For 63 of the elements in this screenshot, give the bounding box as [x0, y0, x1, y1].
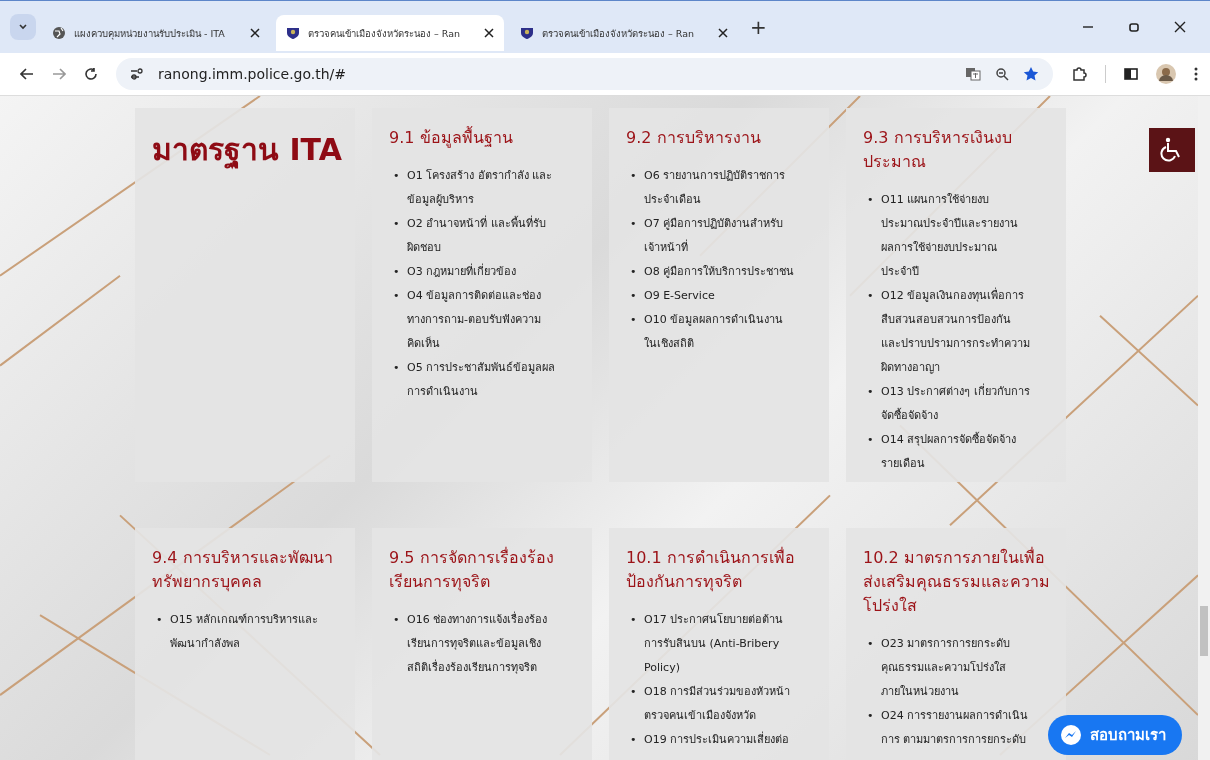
- tab-title: ตรวจคนเข้าเมืองจังหวัดระนอง – Ran: [542, 26, 696, 41]
- browser-tab[interactable]: ตรวจคนเข้าเมืองจังหวัดระนอง – Ran: [276, 15, 504, 51]
- list-item-link[interactable]: O15 หลักเกณฑ์การบริหารและ พัฒนากำลังพล: [170, 606, 319, 658]
- bullet: •: [867, 192, 875, 208]
- bullet: •: [630, 264, 638, 280]
- reload-icon[interactable]: [84, 67, 98, 81]
- close-icon[interactable]: [250, 28, 260, 38]
- avatar-icon[interactable]: [1156, 64, 1176, 84]
- side-panel-icon[interactable]: [1124, 67, 1138, 81]
- bullet: •: [867, 384, 875, 400]
- close-icon[interactable]: [718, 28, 728, 38]
- card-title: 10.1 การดำเนินการเพื่อป้องกันการทุจริต: [626, 546, 796, 594]
- shield-icon: [286, 26, 300, 40]
- puzzle-icon[interactable]: [1071, 66, 1087, 82]
- site-settings-icon[interactable]: [130, 68, 144, 80]
- tab-title: แผงควบคุมหน่วยงานรับประเมิน - ITA: [74, 26, 226, 41]
- bullet: •: [867, 708, 875, 724]
- card-title: 9.3 การบริหารเงินงบประมาณ: [863, 127, 1013, 173]
- bullet: •: [393, 360, 401, 376]
- browser-tab[interactable]: ตรวจคนเข้าเมืองจังหวัดระนอง – Ran: [510, 15, 738, 51]
- bullet: •: [156, 612, 164, 628]
- bullet: •: [393, 168, 401, 184]
- card-title: 10.2 มาตรการภายในเพื่อส่งเสริมคุณธรรมและความโปร่งใส: [863, 546, 1051, 617]
- bullet: •: [867, 636, 875, 652]
- bullet: •: [867, 288, 875, 304]
- bullet: •: [630, 168, 638, 184]
- bullet: •: [393, 216, 401, 232]
- back-arrow-icon[interactable]: [20, 67, 34, 81]
- chevron-down-icon: [18, 22, 28, 32]
- bullet: •: [393, 288, 401, 304]
- accessibility-button[interactable]: [1149, 128, 1195, 172]
- tab-title: ตรวจคนเข้าเมืองจังหวัดระนอง – Ran: [308, 26, 462, 41]
- bullet: •: [630, 612, 638, 628]
- globe-icon: [52, 26, 66, 40]
- shield-icon: [520, 26, 534, 40]
- forward-arrow-icon[interactable]: [52, 67, 66, 81]
- bullet: •: [630, 312, 638, 328]
- messenger-icon: [1060, 724, 1082, 746]
- bullet: •: [630, 732, 638, 748]
- bullet: •: [867, 432, 875, 448]
- bullet: •: [630, 216, 638, 232]
- restore-icon[interactable]: [1128, 21, 1140, 33]
- card-title: 9.2 การบริหารงาน: [626, 127, 762, 149]
- bullet: •: [630, 288, 638, 304]
- chat-button[interactable]: สอบถามเรา: [1048, 715, 1182, 755]
- translate-icon[interactable]: [965, 66, 981, 82]
- card-title: 9.5 การจัดการเรื่องร้องเรียนการทุจริต: [389, 546, 555, 594]
- card-title: 9.4 การบริหารและพัฒนาทรัพยากรบุคคล: [152, 547, 334, 594]
- menu-icon[interactable]: [1194, 67, 1198, 81]
- star-icon[interactable]: [1023, 66, 1039, 82]
- browser-tab[interactable]: แผงควบคุมหน่วยงานรับประเมิน - ITA: [42, 15, 270, 51]
- list-item-link[interactable]: O16 ช่องทางการแจ้งเรื่องร้อง เรียนการทุจริตและข้อมูลเชิง สถิติเรื่องร้องเรียนการทุจริต: [407, 606, 548, 682]
- bullet: •: [393, 264, 401, 280]
- bullet: •: [393, 612, 401, 628]
- card-title: 9.1 ข้อมูลพื้นฐาน: [389, 126, 514, 150]
- new-tab-button[interactable]: +: [744, 15, 773, 39]
- bullet: •: [630, 684, 638, 700]
- close-icon[interactable]: [484, 28, 494, 38]
- url-text: ranong.imm.police.go.th/#: [158, 66, 347, 82]
- tab-list-button[interactable]: [10, 14, 36, 40]
- zoom-icon[interactable]: [995, 67, 1009, 81]
- address-bar[interactable]: ranong.imm.police.go.th/#: [116, 58, 1053, 90]
- close-icon[interactable]: [1174, 21, 1186, 33]
